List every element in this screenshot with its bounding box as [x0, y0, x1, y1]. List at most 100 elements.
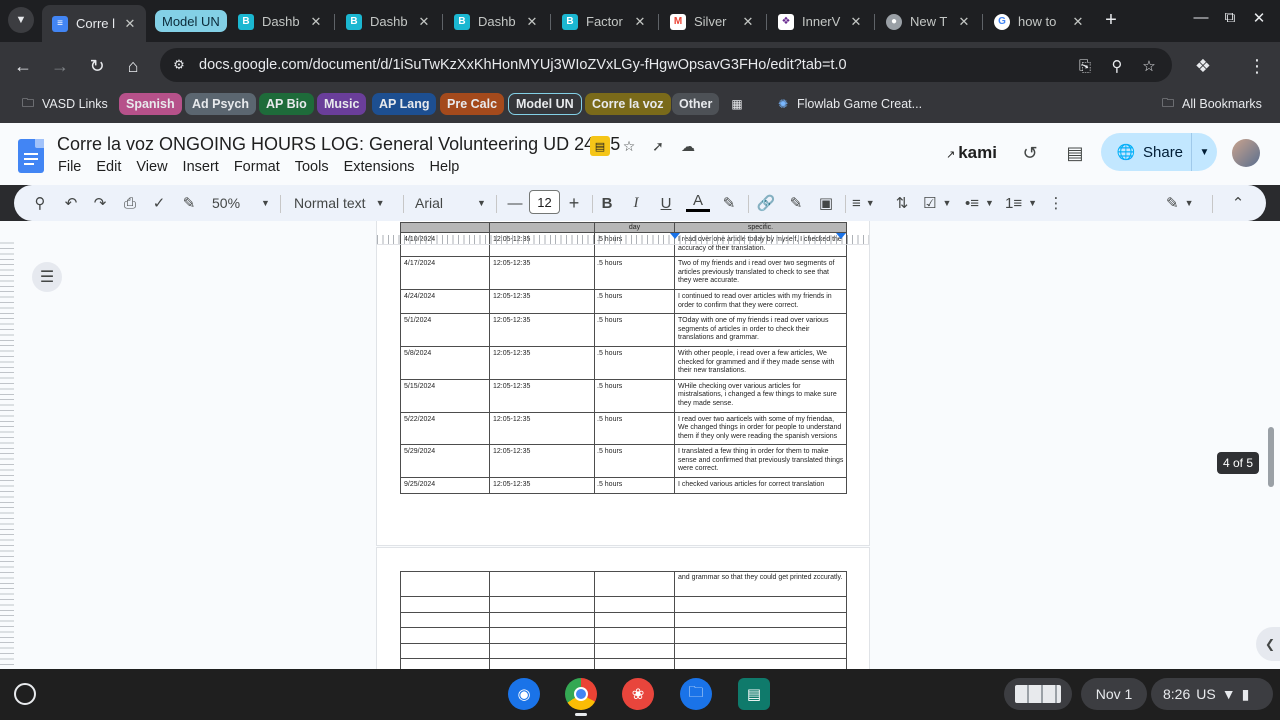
close-icon[interactable]: ✕	[630, 14, 650, 30]
reload-icon[interactable]: ↻	[85, 54, 109, 78]
cell-date[interactable]: 5/15/2024	[400, 378, 490, 413]
bulleted-list-select[interactable]: •≡ ▼	[965, 191, 994, 215]
cell-description[interactable]: I read over two aarticels with some of m…	[674, 411, 847, 446]
canvas-app-icon[interactable]: ❀	[622, 678, 654, 710]
kami-badge-icon[interactable]: ▤	[590, 136, 610, 156]
table-row[interactable]: 4/24/2024 12:05-12:35.5 hours I continued …	[400, 288, 847, 315]
bookmark-vasd-links[interactable]: 🗀 VASD Links	[20, 93, 108, 115]
cell-time[interactable]: 12:05-12:35	[489, 378, 595, 413]
cell-description[interactable]: I translated a few thing in order for th…	[674, 444, 847, 479]
tab-dashboard-3[interactable]: B Dashb ✕	[444, 5, 548, 38]
spellcheck-icon[interactable]: ✓	[147, 191, 171, 215]
bookmark-all-bookmarks[interactable]: 🗀 All Bookmarks	[1160, 93, 1262, 115]
launcher-icon[interactable]	[14, 683, 36, 705]
decrease-font-size-icon[interactable]: —	[503, 191, 527, 215]
scrollbar-thumb[interactable]	[1268, 427, 1274, 487]
close-icon[interactable]: ✕	[120, 16, 140, 32]
cell-description[interactable]: Two of my friends and i read over two se…	[674, 256, 847, 290]
cell-description[interactable]: With other people, i read over a few art…	[674, 345, 847, 380]
share-dropdown-icon[interactable]: ▼	[1191, 133, 1217, 171]
table-row[interactable]: 5/29/2024 12:05-12:35.5 hours I translated…	[400, 444, 847, 479]
cell-time[interactable]: 12:05-12:35	[489, 444, 595, 479]
tab-group-model-un[interactable]: Model UN	[155, 10, 227, 32]
line-spacing-icon[interactable]: ⇅	[890, 191, 914, 215]
tab-google-search[interactable]: G how to ✕	[984, 5, 1094, 38]
document-page[interactable]: day specific. 4/10/202412:05-12:35.5 hou…	[377, 221, 869, 545]
apps-grid-icon[interactable]: ▦	[729, 93, 751, 115]
table-row[interactable]: 5/15/2024 12:05-12:35.5 hours WHile checki…	[400, 378, 847, 413]
bookmark-group-ad-psych[interactable]: Ad Psych	[185, 93, 256, 115]
tab-docs[interactable]: ≡ Corre l ✕	[42, 5, 146, 42]
url-text[interactable]: docs.google.com/document/d/1iSuTwKzXxKhH…	[199, 57, 847, 73]
cell-date[interactable]: 5/1/2024	[400, 313, 490, 347]
cell-hours[interactable]: .5 hours	[594, 444, 675, 479]
redo-icon[interactable]: ↷	[88, 191, 112, 215]
menu-help[interactable]: Help	[430, 159, 460, 175]
close-icon[interactable]: ✕	[414, 14, 434, 30]
menu-edit[interactable]: Edit	[96, 159, 121, 175]
table-row[interactable]: 4/17/2024 12:05-12:35.5 hours Two of my fr…	[400, 256, 847, 290]
share-button[interactable]: 🌐 Share ▼	[1101, 133, 1217, 171]
side-panel-toggle-icon[interactable]: ❮	[1256, 627, 1280, 661]
classroom-app-icon[interactable]: ▤	[738, 678, 770, 710]
cell-date[interactable]: 4/24/2024	[400, 288, 490, 315]
cloud-saved-icon[interactable]: ☁	[678, 136, 698, 156]
address-bar[interactable]: ⚙ docs.google.com/document/d/1iSuTwKzXxK…	[160, 48, 1172, 82]
cell-hours[interactable]: .5 hours	[594, 378, 675, 413]
bookmark-group-pre-calc[interactable]: Pre Calc	[440, 93, 505, 115]
font-size-input[interactable]: 12	[529, 190, 560, 214]
cell-date[interactable]: 9/25/2024	[400, 477, 490, 494]
underline-icon[interactable]: U	[654, 191, 678, 215]
avatar[interactable]	[1232, 139, 1260, 167]
cell-hours[interactable]: .5 hours	[594, 256, 675, 290]
close-icon[interactable]: ✕	[1068, 14, 1088, 30]
menu-tools[interactable]: Tools	[295, 159, 329, 175]
text-color-icon[interactable]: A	[686, 191, 710, 212]
numbered-list-select[interactable]: 1≡ ▼	[1005, 191, 1037, 215]
tab-dashboard-1[interactable]: B Dashb ✕	[228, 5, 332, 38]
version-history-icon[interactable]: ↺	[1018, 141, 1042, 165]
document-canvas[interactable]: ☰ day specific. 4/10/202412:05-12:35.5 h…	[0, 221, 1280, 669]
star-icon[interactable]: ☆	[619, 136, 639, 156]
add-comment-icon[interactable]: ✎	[784, 191, 808, 215]
cell-description[interactable]: TOday with one of my friends i read over…	[674, 313, 847, 347]
cell-hours[interactable]: .5 hours	[594, 345, 675, 380]
insert-link-icon[interactable]: 🔗	[754, 191, 778, 215]
menu-format[interactable]: Format	[234, 159, 280, 175]
table-row[interactable]	[400, 642, 847, 659]
cell-description[interactable]: I continued to read over articles with m…	[674, 288, 847, 315]
close-icon[interactable]: ✕	[522, 14, 542, 30]
italic-icon[interactable]: I	[624, 191, 648, 215]
cell-description[interactable]: WHile checking over various articles for…	[674, 378, 847, 413]
increase-font-size-icon[interactable]: +	[562, 191, 586, 215]
cell-time[interactable]: 12:05-12:35	[489, 313, 595, 347]
table-row[interactable]: 5/8/2024 12:05-12:35.5 hours With other pe…	[400, 345, 847, 380]
indent-marker-icon[interactable]	[670, 233, 680, 239]
undo-icon[interactable]: ↶	[59, 191, 83, 215]
cell-hours[interactable]: .5 hours	[594, 411, 675, 446]
font-select[interactable]: Arial ▼	[415, 191, 486, 215]
menu-extensions[interactable]: Extensions	[344, 159, 415, 175]
forward-icon[interactable]: →	[48, 54, 72, 78]
table-row[interactable]: 5/1/2024 12:05-12:35.5 hours TOday with on…	[400, 313, 847, 347]
document-page[interactable]: and grammar so that they could get print…	[377, 548, 869, 669]
cell-time[interactable]: 12:05-12:35	[489, 256, 595, 290]
bookmark-group-music[interactable]: Music	[317, 93, 367, 115]
holding-space-thumbnail[interactable]	[1004, 678, 1072, 710]
cell-time[interactable]: 12:05-12:35	[489, 477, 595, 494]
extensions-icon[interactable]: ❖	[1191, 54, 1215, 78]
bookmark-group-model-un[interactable]: Model UN	[508, 93, 582, 115]
comments-icon[interactable]: ▤	[1063, 141, 1087, 165]
zoom-select[interactable]: 50% ▼	[212, 191, 270, 215]
table-row[interactable]	[400, 611, 847, 628]
home-icon[interactable]: ⌂	[121, 54, 145, 78]
docs-logo-icon[interactable]	[18, 139, 44, 173]
camera-app-icon[interactable]: ◉	[508, 678, 540, 710]
cell-description[interactable]: I checked various articles for correct t…	[674, 477, 847, 494]
tab-factor[interactable]: B Factor ✕	[552, 5, 656, 38]
restore-icon[interactable]: ⧉	[1218, 9, 1242, 26]
cell-date[interactable]: 5/22/2024	[400, 411, 490, 446]
install-app-icon[interactable]: ⎘	[1074, 55, 1096, 77]
tab-gmail[interactable]: M Silver ✕	[660, 5, 764, 38]
bookmark-group-spanish[interactable]: Spanish	[119, 93, 182, 115]
